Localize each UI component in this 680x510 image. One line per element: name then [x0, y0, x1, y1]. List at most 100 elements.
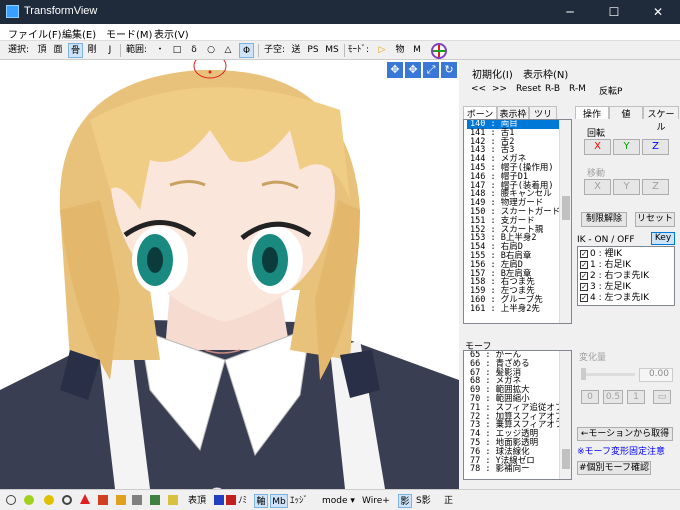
rotate-x-button[interactable]: X [584, 139, 611, 155]
rotate-view-icon[interactable]: ↻ [441, 62, 457, 78]
next-button[interactable]: >> [492, 84, 507, 94]
target-icon[interactable] [431, 43, 447, 59]
range-rect[interactable]: □ [171, 43, 183, 58]
view-icon[interactable] [6, 495, 16, 505]
shadow-button[interactable]: 影 [398, 494, 412, 508]
checkbox-icon[interactable]: ✓ [580, 282, 588, 291]
red-square-icon[interactable] [98, 495, 108, 505]
edge-button[interactable]: ｴｯｼﾞ [290, 494, 308, 508]
reset-all-button[interactable]: Reset [516, 84, 541, 94]
sub-ms[interactable]: MS [324, 43, 340, 58]
ik-checkbox-item[interactable]: ✓ 3 : 左足IK [580, 282, 672, 293]
menu-file[interactable]: ファイル(F) [8, 26, 62, 41]
orange-square-icon[interactable] [116, 495, 126, 505]
range-point[interactable]: ・ [154, 43, 166, 58]
init-button[interactable]: 初期化(I) [472, 66, 513, 81]
select-face[interactable]: 面 [52, 43, 64, 58]
light-icon[interactable] [24, 495, 34, 505]
display-frame-button[interactable]: 表示枠(N) [523, 66, 568, 81]
prev-button[interactable]: << [471, 84, 486, 94]
range-phi[interactable]: Φ [239, 43, 254, 58]
ik-list[interactable]: ✓ 0 : 裡IK ✓ 1 : 右足IK ✓ 2 : 右つま先IK ✓ 3 : 左足IK ✓ 4 … [577, 246, 675, 306]
rotate-y-button[interactable]: Y [613, 139, 640, 155]
front-view-button[interactable]: 正 [444, 494, 453, 508]
ik-checkbox-item[interactable]: ✓ 1 : 右足IK [580, 260, 672, 271]
ik-key-button[interactable]: Key [651, 232, 675, 245]
rb-button[interactable]: R-B [545, 84, 560, 94]
checkbox-icon[interactable]: ✓ [580, 271, 588, 280]
value-05-button[interactable]: 0.5 [603, 390, 623, 404]
nomi-button[interactable]: ﾉﾐ [238, 494, 247, 508]
select-rigid[interactable]: 剛 [86, 43, 98, 58]
move-x-button[interactable]: X [584, 179, 611, 195]
morph-warning[interactable]: ※モーフ変形固定注意 [577, 444, 665, 457]
move-view-icon[interactable]: ✥ [387, 62, 403, 78]
menu-edit[interactable]: 編集(E) [62, 26, 96, 41]
tab-value[interactable]: 値 [609, 106, 643, 120]
play-icon[interactable]: ▷ [376, 43, 388, 58]
slider-thumb[interactable] [581, 368, 586, 380]
motion-get-button[interactable]: ←モーションから取得 [577, 427, 673, 441]
move-z-button[interactable]: Z [642, 179, 669, 195]
rm-button[interactable]: R-M [569, 84, 586, 94]
morph-scrollbar[interactable] [559, 351, 571, 479]
ik-checkbox-item[interactable]: ✓ 0 : 裡IK [580, 249, 672, 260]
ik-checkbox-item[interactable]: ✓ 2 : 右つま先IK [580, 271, 672, 282]
axis-button[interactable]: 軸 [254, 494, 268, 508]
change-value-field[interactable]: 0.00 [639, 368, 673, 382]
self-shadow-button[interactable]: S影 [416, 494, 431, 508]
pan-view-icon[interactable]: ✥ [405, 62, 421, 78]
menu-view[interactable]: 表示(V) [154, 26, 189, 41]
mode-m[interactable]: M [411, 43, 423, 58]
sub-ps[interactable]: PS [306, 43, 320, 58]
ik-checkbox-item[interactable]: ✓ 4 : 左つま先IK [580, 293, 672, 304]
yellow-square-icon[interactable] [168, 495, 178, 505]
tab-tree[interactable]: ツリー [529, 106, 557, 133]
wire-button[interactable]: Wire+ [362, 494, 390, 508]
red-square2-icon[interactable] [226, 495, 236, 505]
bone-list-item[interactable]: 161 : 上半身2先 [467, 304, 571, 314]
maximize-button[interactable]: ☐ [592, 0, 636, 24]
flip-button[interactable]: 反転P [599, 84, 622, 97]
checkbox-icon[interactable]: ✓ [580, 260, 588, 269]
blue-square-icon[interactable] [214, 495, 224, 505]
eraser-icon[interactable]: ▭ [653, 390, 671, 404]
surface-vertex-button[interactable]: 表頂 [188, 494, 206, 508]
move-y-button[interactable]: Y [613, 179, 640, 195]
range-triangle[interactable]: △ [222, 43, 234, 58]
select-bone[interactable]: 骨 [68, 43, 83, 58]
bone-list[interactable]: 140 : 両目 141 : 舌1 142 : 舌2 143 : 舌3 144 : メガ… [463, 119, 572, 324]
green-square-icon[interactable] [150, 495, 160, 505]
checkbox-icon[interactable]: ✓ [580, 293, 588, 302]
tab-scale[interactable]: スケール [643, 106, 679, 133]
gray-square-icon[interactable] [132, 495, 142, 505]
change-slider[interactable] [581, 373, 635, 376]
morph-list[interactable]: 65 : がーん 66 : 青ざめる 67 : 髪影消 68 : メガネ 69 : 範囲… [463, 350, 572, 480]
zoom-view-icon[interactable]: ⤢ [423, 62, 439, 78]
select-joint[interactable]: J [104, 43, 116, 58]
bone-scrollbar[interactable] [559, 120, 571, 323]
value-1-button[interactable]: 1 [627, 390, 645, 404]
minimize-button[interactable]: ─ [548, 0, 592, 24]
triangle-icon[interactable] [80, 494, 90, 504]
sun-icon[interactable] [44, 495, 54, 505]
mode-physics[interactable]: 物 [394, 43, 406, 58]
mode-dropdown[interactable]: mode ▾ [322, 494, 355, 508]
tab-display-frame[interactable]: 表示枠 [497, 106, 529, 120]
checkbox-icon[interactable]: ✓ [580, 249, 588, 258]
select-vertex[interactable]: 頂 [36, 43, 48, 58]
mb-button[interactable]: Mb [270, 494, 288, 508]
target-small-icon[interactable] [62, 495, 72, 505]
sub-send[interactable]: 送 [290, 43, 302, 58]
reset-button[interactable]: リセット [635, 212, 675, 227]
tab-bone[interactable]: ボーン [463, 106, 497, 120]
limit-release-button[interactable]: 制限解除 [581, 212, 627, 227]
menu-mode[interactable]: モード(M) [106, 26, 152, 41]
range-delta[interactable]: δ [188, 43, 200, 58]
morph-confirm-button[interactable]: #個別モーフ確認 [577, 461, 651, 475]
close-button[interactable]: ✕ [636, 0, 680, 24]
rotate-z-button[interactable]: Z [642, 139, 669, 155]
tab-operation[interactable]: 操作 [575, 106, 609, 120]
value-0-button[interactable]: 0 [581, 390, 599, 404]
range-circle[interactable]: ○ [205, 43, 217, 58]
